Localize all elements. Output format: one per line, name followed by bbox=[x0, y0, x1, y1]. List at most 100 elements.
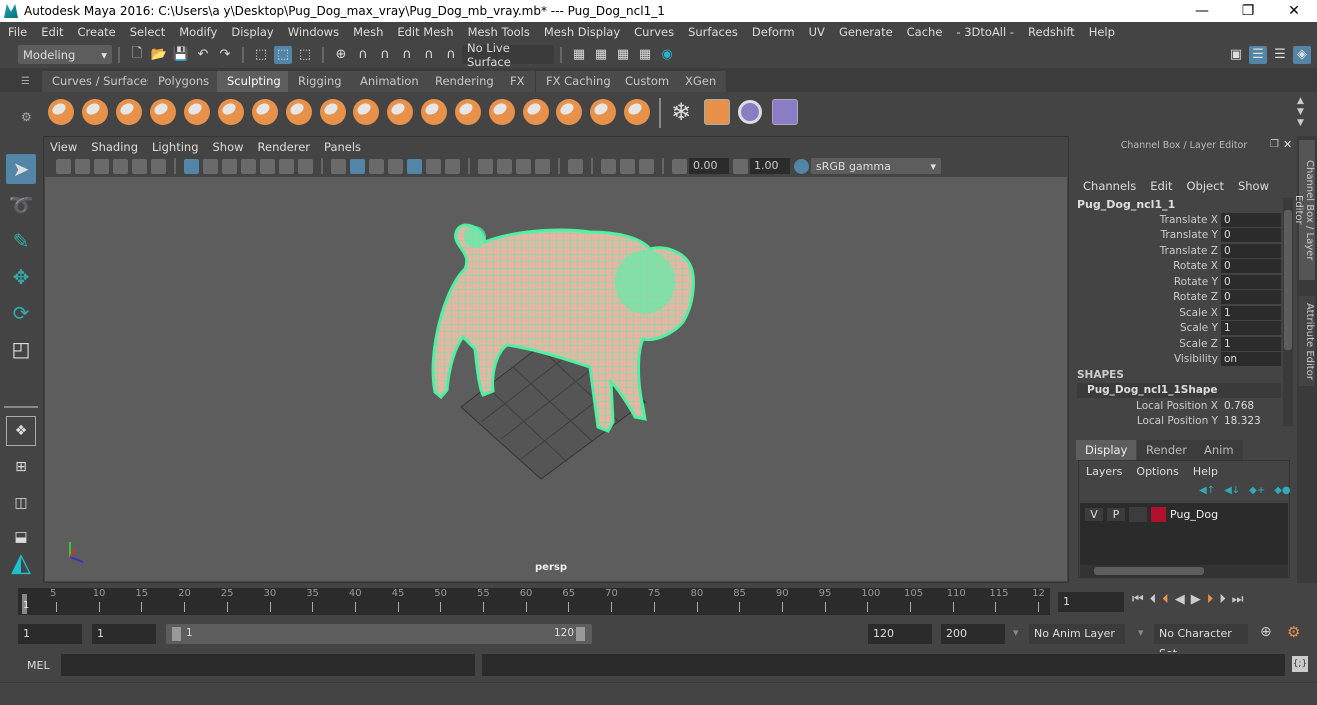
channel-row[interactable]: Visibility on bbox=[1071, 352, 1281, 367]
menu-create[interactable]: Create bbox=[78, 25, 116, 39]
sculpt-tool-icon[interactable] bbox=[48, 99, 74, 125]
shelf-tab-fx-caching[interactable]: FX Caching bbox=[536, 71, 622, 92]
menu-mesh-tools[interactable]: Mesh Tools bbox=[468, 25, 530, 39]
panel-menu-shading[interactable]: Shading bbox=[91, 140, 138, 156]
minimize-button[interactable]: — bbox=[1179, 3, 1225, 19]
channel-row[interactable]: Scale Y1 bbox=[1071, 321, 1281, 336]
panel-menu-panels[interactable]: Panels bbox=[324, 140, 361, 156]
object-name[interactable]: Pug_Dog_ncl1_1 bbox=[1077, 198, 1175, 211]
persp-outliner-layout-icon[interactable]: ◫ bbox=[6, 488, 36, 518]
wireframe-on-shaded-icon[interactable] bbox=[388, 158, 403, 174]
fill-tool-icon[interactable] bbox=[455, 99, 481, 125]
float-panel-icon[interactable]: ❐ bbox=[1270, 139, 1279, 150]
layer-hscrollbar[interactable] bbox=[1080, 565, 1288, 577]
grease-pencil-icon[interactable] bbox=[151, 158, 166, 174]
layer-name[interactable]: Pug_Dog bbox=[1170, 508, 1218, 521]
side-tab-channel-box[interactable]: Channel Box / Layer Editor bbox=[1293, 140, 1315, 280]
mesh-settings-icon[interactable] bbox=[704, 99, 730, 125]
menu-channels[interactable]: Channels bbox=[1083, 179, 1136, 193]
xray-icon[interactable] bbox=[601, 158, 616, 174]
playback-start-field[interactable]: 1 bbox=[92, 624, 156, 644]
menu-edit-mesh[interactable]: Edit Mesh bbox=[397, 25, 453, 39]
textured-icon[interactable] bbox=[407, 158, 422, 174]
menu-mesh[interactable]: Mesh bbox=[353, 25, 383, 39]
step-back-key-icon[interactable]: ⏴ bbox=[1162, 592, 1169, 607]
imprint-tool-icon[interactable] bbox=[353, 99, 379, 125]
menu-3dtoall[interactable]: - 3DtoAll - bbox=[956, 25, 1014, 39]
panel-menu-renderer[interactable]: Renderer bbox=[258, 140, 311, 156]
wireframe-icon[interactable] bbox=[331, 158, 346, 174]
new-empty-layer-icon[interactable]: ◆+ bbox=[1249, 485, 1265, 496]
shelf-tab-rigging[interactable]: Rigging bbox=[288, 71, 353, 92]
freeze-tool-icon[interactable] bbox=[624, 99, 650, 125]
maya-home-logo-icon[interactable]: ◭ bbox=[6, 548, 36, 578]
shelf-tab-animation[interactable]: Animation bbox=[350, 71, 430, 92]
gate-mask-icon[interactable] bbox=[241, 158, 256, 174]
knife-tool-icon[interactable] bbox=[489, 99, 515, 125]
step-forward-frame-icon[interactable]: ⏵ bbox=[1219, 592, 1226, 607]
layer-type-toggle[interactable] bbox=[1129, 507, 1147, 522]
shelf-menu-icon[interactable]: ☰ bbox=[21, 76, 30, 87]
film-gate-icon[interactable] bbox=[203, 158, 218, 174]
panel-menu-show[interactable]: Show bbox=[213, 140, 244, 156]
menu-redshift[interactable]: Redshift bbox=[1028, 25, 1075, 39]
layer-visibility-toggle[interactable]: V bbox=[1085, 508, 1103, 521]
exposure-field[interactable]: 0.00 bbox=[689, 158, 729, 174]
tool-settings-toggle-icon[interactable]: ☰ bbox=[1271, 46, 1289, 64]
menu-cache[interactable]: Cache bbox=[907, 25, 943, 39]
render-frame-icon[interactable]: ▦ bbox=[592, 46, 610, 64]
texture-deformer-icon[interactable] bbox=[738, 100, 762, 124]
menu-help[interactable]: Help bbox=[1193, 465, 1218, 478]
channel-box-scrollbar[interactable] bbox=[1283, 198, 1293, 426]
shelf-tab-curves-surfaces[interactable]: Curves / Surfaces bbox=[42, 71, 164, 92]
redo-icon[interactable]: ↷ bbox=[216, 46, 234, 64]
close-panel-icon[interactable]: ✕ bbox=[1283, 138, 1292, 151]
menu-uv[interactable]: UV bbox=[809, 25, 825, 39]
shelf-tab-fx[interactable]: FX bbox=[500, 71, 536, 92]
play-backwards-icon[interactable]: ◀ bbox=[1175, 592, 1185, 607]
gamma-field[interactable]: 1.00 bbox=[750, 158, 790, 174]
field-chart-icon[interactable] bbox=[260, 158, 275, 174]
snap-curve-icon[interactable]: ∩ bbox=[354, 46, 372, 64]
live-surface-field[interactable]: No Live Surface bbox=[462, 41, 554, 69]
move-tool-icon[interactable]: ✥ bbox=[6, 262, 36, 292]
playback-end-field[interactable]: 120 bbox=[868, 624, 932, 644]
panel-menu-lighting[interactable]: Lighting bbox=[152, 140, 198, 156]
bookmark-icon[interactable] bbox=[94, 158, 109, 174]
snap-grid-icon[interactable]: ⊕ bbox=[332, 46, 350, 64]
paint-select-tool-icon[interactable]: ✎ bbox=[6, 226, 36, 256]
channel-row[interactable]: Rotate X0 bbox=[1071, 259, 1281, 274]
move-layer-down-icon[interactable]: ◀↓ bbox=[1224, 485, 1240, 496]
animation-preferences-icon[interactable]: ⚙ bbox=[1287, 623, 1300, 641]
menu-mesh-display[interactable]: Mesh Display bbox=[544, 25, 620, 39]
anim-layer-dropdown[interactable]: No Anim Layer bbox=[1029, 624, 1125, 644]
character-set-dropdown[interactable]: No Character Set bbox=[1154, 624, 1248, 660]
flatten-tool-icon[interactable] bbox=[218, 99, 244, 125]
undo-icon[interactable]: ↶ bbox=[194, 46, 212, 64]
step-back-frame-icon[interactable]: ⏴ bbox=[1150, 592, 1157, 607]
channel-row[interactable]: Scale Z1 bbox=[1071, 337, 1281, 352]
xray-active-components-icon[interactable] bbox=[620, 158, 635, 174]
motion-blur-icon[interactable] bbox=[497, 158, 512, 174]
menuset-dropdown[interactable]: Modeling ▾ bbox=[18, 45, 112, 64]
relax-tool-icon[interactable] bbox=[116, 99, 142, 125]
layer-tab-display[interactable]: Display bbox=[1076, 440, 1137, 460]
channel-row[interactable]: Rotate Y0 bbox=[1071, 275, 1281, 290]
resolution-gate-icon[interactable] bbox=[222, 158, 237, 174]
layer-row[interactable]: V P Pug_Dog bbox=[1085, 507, 1218, 522]
menu-surfaces[interactable]: Surfaces bbox=[688, 25, 738, 39]
channel-row[interactable]: Translate Y0 bbox=[1071, 228, 1281, 243]
menu-object[interactable]: Object bbox=[1187, 179, 1224, 193]
ipr-render-icon[interactable]: ▦ bbox=[614, 46, 632, 64]
smear-tool-icon[interactable] bbox=[523, 99, 549, 125]
menu-generate[interactable]: Generate bbox=[839, 25, 893, 39]
image-plane-icon[interactable] bbox=[113, 158, 128, 174]
open-scene-icon[interactable]: 📂 bbox=[150, 46, 168, 64]
channel-row[interactable]: Rotate Z0 bbox=[1071, 290, 1281, 305]
hypershade-icon[interactable]: ◉ bbox=[658, 46, 676, 64]
menu-display[interactable]: Display bbox=[231, 25, 273, 39]
wax-tool-icon[interactable] bbox=[387, 99, 413, 125]
channel-row[interactable]: Translate X0 bbox=[1071, 213, 1281, 228]
menu-edit[interactable]: Edit bbox=[1150, 179, 1172, 193]
color-space-dropdown[interactable]: sRGB gamma ▾ bbox=[811, 158, 941, 174]
